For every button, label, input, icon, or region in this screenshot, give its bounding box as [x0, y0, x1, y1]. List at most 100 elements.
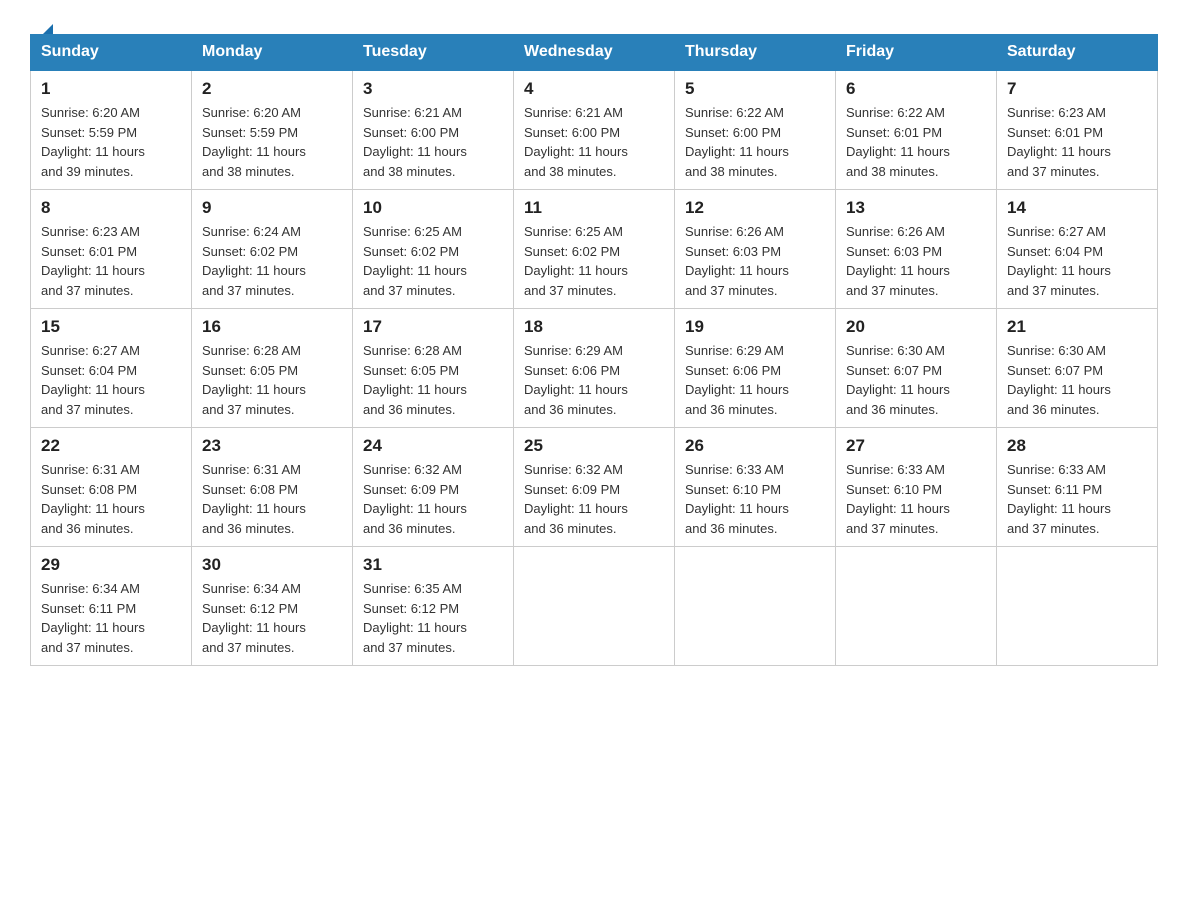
day-info: Sunrise: 6:28 AM Sunset: 6:05 PM Dayligh…: [363, 341, 503, 419]
day-cell: 26 Sunrise: 6:33 AM Sunset: 6:10 PM Dayl…: [675, 428, 836, 547]
week-row-5: 29 Sunrise: 6:34 AM Sunset: 6:11 PM Dayl…: [31, 547, 1158, 666]
day-number: 15: [41, 317, 181, 337]
calendar-body: 1 Sunrise: 6:20 AM Sunset: 5:59 PM Dayli…: [31, 70, 1158, 666]
day-cell: 6 Sunrise: 6:22 AM Sunset: 6:01 PM Dayli…: [836, 70, 997, 190]
day-info: Sunrise: 6:21 AM Sunset: 6:00 PM Dayligh…: [363, 103, 503, 181]
day-number: 24: [363, 436, 503, 456]
day-cell: 1 Sunrise: 6:20 AM Sunset: 5:59 PM Dayli…: [31, 70, 192, 190]
day-number: 17: [363, 317, 503, 337]
day-number: 16: [202, 317, 342, 337]
day-number: 25: [524, 436, 664, 456]
day-info: Sunrise: 6:30 AM Sunset: 6:07 PM Dayligh…: [846, 341, 986, 419]
day-number: 6: [846, 79, 986, 99]
day-info: Sunrise: 6:24 AM Sunset: 6:02 PM Dayligh…: [202, 222, 342, 300]
calendar-table: SundayMondayTuesdayWednesdayThursdayFrid…: [30, 34, 1158, 666]
day-number: 5: [685, 79, 825, 99]
day-number: 28: [1007, 436, 1147, 456]
day-cell: 7 Sunrise: 6:23 AM Sunset: 6:01 PM Dayli…: [997, 70, 1158, 190]
day-number: 12: [685, 198, 825, 218]
day-cell: [997, 547, 1158, 666]
day-cell: 21 Sunrise: 6:30 AM Sunset: 6:07 PM Dayl…: [997, 309, 1158, 428]
day-header-tuesday: Tuesday: [353, 35, 514, 71]
day-info: Sunrise: 6:21 AM Sunset: 6:00 PM Dayligh…: [524, 103, 664, 181]
day-cell: 16 Sunrise: 6:28 AM Sunset: 6:05 PM Dayl…: [192, 309, 353, 428]
day-cell: [836, 547, 997, 666]
day-info: Sunrise: 6:27 AM Sunset: 6:04 PM Dayligh…: [41, 341, 181, 419]
day-info: Sunrise: 6:31 AM Sunset: 6:08 PM Dayligh…: [202, 460, 342, 538]
week-row-2: 8 Sunrise: 6:23 AM Sunset: 6:01 PM Dayli…: [31, 190, 1158, 309]
day-info: Sunrise: 6:28 AM Sunset: 6:05 PM Dayligh…: [202, 341, 342, 419]
day-number: 1: [41, 79, 181, 99]
day-cell: 25 Sunrise: 6:32 AM Sunset: 6:09 PM Dayl…: [514, 428, 675, 547]
day-number: 9: [202, 198, 342, 218]
day-info: Sunrise: 6:35 AM Sunset: 6:12 PM Dayligh…: [363, 579, 503, 657]
day-cell: 10 Sunrise: 6:25 AM Sunset: 6:02 PM Dayl…: [353, 190, 514, 309]
day-number: 18: [524, 317, 664, 337]
day-info: Sunrise: 6:26 AM Sunset: 6:03 PM Dayligh…: [846, 222, 986, 300]
day-info: Sunrise: 6:20 AM Sunset: 5:59 PM Dayligh…: [202, 103, 342, 181]
day-info: Sunrise: 6:25 AM Sunset: 6:02 PM Dayligh…: [363, 222, 503, 300]
day-number: 2: [202, 79, 342, 99]
page-header: [30, 20, 1158, 24]
week-row-1: 1 Sunrise: 6:20 AM Sunset: 5:59 PM Dayli…: [31, 70, 1158, 190]
day-cell: [514, 547, 675, 666]
day-number: 14: [1007, 198, 1147, 218]
day-number: 8: [41, 198, 181, 218]
day-number: 27: [846, 436, 986, 456]
day-cell: 29 Sunrise: 6:34 AM Sunset: 6:11 PM Dayl…: [31, 547, 192, 666]
day-header-monday: Monday: [192, 35, 353, 71]
day-header-saturday: Saturday: [997, 35, 1158, 71]
day-info: Sunrise: 6:34 AM Sunset: 6:12 PM Dayligh…: [202, 579, 342, 657]
day-cell: 24 Sunrise: 6:32 AM Sunset: 6:09 PM Dayl…: [353, 428, 514, 547]
day-info: Sunrise: 6:26 AM Sunset: 6:03 PM Dayligh…: [685, 222, 825, 300]
day-cell: 5 Sunrise: 6:22 AM Sunset: 6:00 PM Dayli…: [675, 70, 836, 190]
day-number: 13: [846, 198, 986, 218]
day-info: Sunrise: 6:27 AM Sunset: 6:04 PM Dayligh…: [1007, 222, 1147, 300]
day-number: 21: [1007, 317, 1147, 337]
day-cell: 20 Sunrise: 6:30 AM Sunset: 6:07 PM Dayl…: [836, 309, 997, 428]
day-cell: 3 Sunrise: 6:21 AM Sunset: 6:00 PM Dayli…: [353, 70, 514, 190]
week-row-3: 15 Sunrise: 6:27 AM Sunset: 6:04 PM Dayl…: [31, 309, 1158, 428]
day-cell: 12 Sunrise: 6:26 AM Sunset: 6:03 PM Dayl…: [675, 190, 836, 309]
day-cell: 28 Sunrise: 6:33 AM Sunset: 6:11 PM Dayl…: [997, 428, 1158, 547]
day-cell: 15 Sunrise: 6:27 AM Sunset: 6:04 PM Dayl…: [31, 309, 192, 428]
day-number: 22: [41, 436, 181, 456]
day-info: Sunrise: 6:32 AM Sunset: 6:09 PM Dayligh…: [363, 460, 503, 538]
day-info: Sunrise: 6:25 AM Sunset: 6:02 PM Dayligh…: [524, 222, 664, 300]
day-cell: 22 Sunrise: 6:31 AM Sunset: 6:08 PM Dayl…: [31, 428, 192, 547]
day-number: 23: [202, 436, 342, 456]
logo-triangle-icon: [39, 20, 57, 38]
day-info: Sunrise: 6:33 AM Sunset: 6:11 PM Dayligh…: [1007, 460, 1147, 538]
day-header-sunday: Sunday: [31, 35, 192, 71]
day-cell: 9 Sunrise: 6:24 AM Sunset: 6:02 PM Dayli…: [192, 190, 353, 309]
day-info: Sunrise: 6:31 AM Sunset: 6:08 PM Dayligh…: [41, 460, 181, 538]
day-cell: 4 Sunrise: 6:21 AM Sunset: 6:00 PM Dayli…: [514, 70, 675, 190]
day-number: 31: [363, 555, 503, 575]
day-cell: 11 Sunrise: 6:25 AM Sunset: 6:02 PM Dayl…: [514, 190, 675, 309]
day-info: Sunrise: 6:23 AM Sunset: 6:01 PM Dayligh…: [41, 222, 181, 300]
day-info: Sunrise: 6:32 AM Sunset: 6:09 PM Dayligh…: [524, 460, 664, 538]
day-info: Sunrise: 6:33 AM Sunset: 6:10 PM Dayligh…: [685, 460, 825, 538]
day-cell: 17 Sunrise: 6:28 AM Sunset: 6:05 PM Dayl…: [353, 309, 514, 428]
day-info: Sunrise: 6:29 AM Sunset: 6:06 PM Dayligh…: [524, 341, 664, 419]
day-number: 7: [1007, 79, 1147, 99]
day-number: 11: [524, 198, 664, 218]
day-info: Sunrise: 6:22 AM Sunset: 6:00 PM Dayligh…: [685, 103, 825, 181]
day-info: Sunrise: 6:22 AM Sunset: 6:01 PM Dayligh…: [846, 103, 986, 181]
day-number: 10: [363, 198, 503, 218]
day-cell: 30 Sunrise: 6:34 AM Sunset: 6:12 PM Dayl…: [192, 547, 353, 666]
week-row-4: 22 Sunrise: 6:31 AM Sunset: 6:08 PM Dayl…: [31, 428, 1158, 547]
header-row: SundayMondayTuesdayWednesdayThursdayFrid…: [31, 35, 1158, 71]
day-header-wednesday: Wednesday: [514, 35, 675, 71]
day-number: 30: [202, 555, 342, 575]
day-number: 3: [363, 79, 503, 99]
day-info: Sunrise: 6:30 AM Sunset: 6:07 PM Dayligh…: [1007, 341, 1147, 419]
day-info: Sunrise: 6:33 AM Sunset: 6:10 PM Dayligh…: [846, 460, 986, 538]
day-cell: 13 Sunrise: 6:26 AM Sunset: 6:03 PM Dayl…: [836, 190, 997, 309]
day-cell: 18 Sunrise: 6:29 AM Sunset: 6:06 PM Dayl…: [514, 309, 675, 428]
day-cell: 31 Sunrise: 6:35 AM Sunset: 6:12 PM Dayl…: [353, 547, 514, 666]
day-header-friday: Friday: [836, 35, 997, 71]
day-cell: 19 Sunrise: 6:29 AM Sunset: 6:06 PM Dayl…: [675, 309, 836, 428]
calendar-header: SundayMondayTuesdayWednesdayThursdayFrid…: [31, 35, 1158, 71]
day-number: 26: [685, 436, 825, 456]
